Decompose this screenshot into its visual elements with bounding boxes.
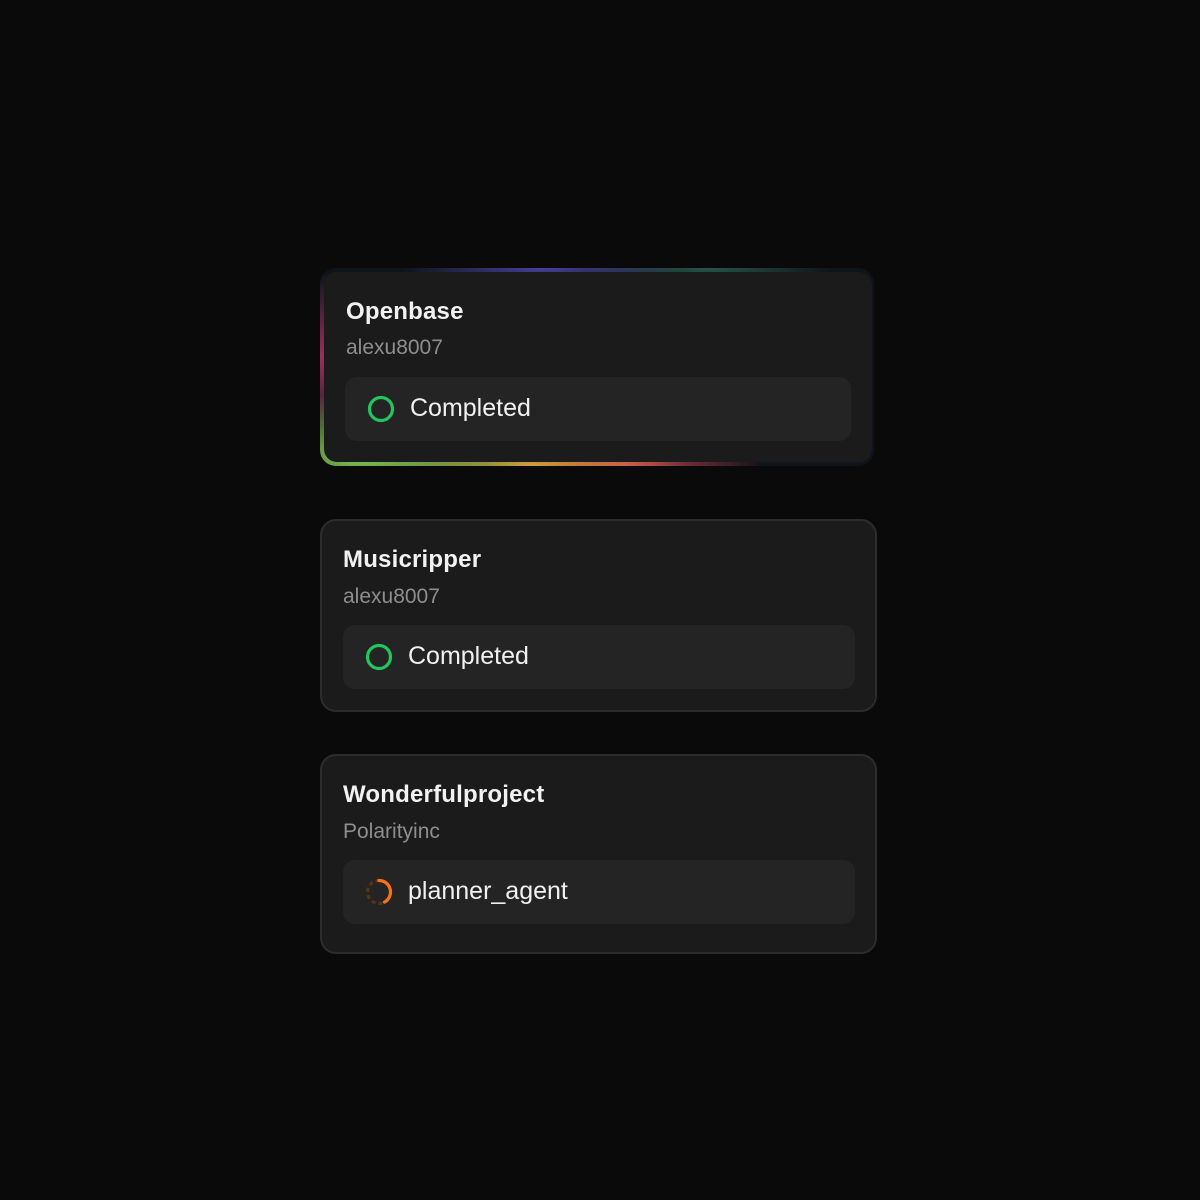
status-label: Completed [408, 642, 529, 670]
completed-circle-icon [367, 395, 395, 423]
project-owner: alexu8007 [343, 585, 440, 608]
loading-spinner-icon [365, 878, 393, 906]
project-owner: alexu8007 [346, 336, 443, 359]
status-label: planner_agent [408, 877, 568, 905]
status-badge: Completed [345, 377, 851, 441]
project-title: Openbase [346, 298, 464, 325]
project-card-wonderfulproject[interactable]: Wonderfulproject Polarityinc planner_age… [320, 754, 877, 954]
status-badge: Completed [343, 625, 855, 689]
project-title: Musicripper [343, 546, 482, 573]
status-label: Completed [410, 394, 531, 422]
project-card-body: Openbase alexu8007 Completed [324, 272, 872, 462]
completed-circle-icon [365, 643, 393, 671]
project-owner: Polarityinc [343, 820, 440, 843]
status-badge: planner_agent [343, 860, 855, 924]
project-card-musicripper[interactable]: Musicripper alexu8007 Completed [320, 519, 877, 712]
project-title: Wonderfulproject [343, 781, 545, 808]
project-card-openbase[interactable]: Openbase alexu8007 Completed [320, 268, 874, 466]
